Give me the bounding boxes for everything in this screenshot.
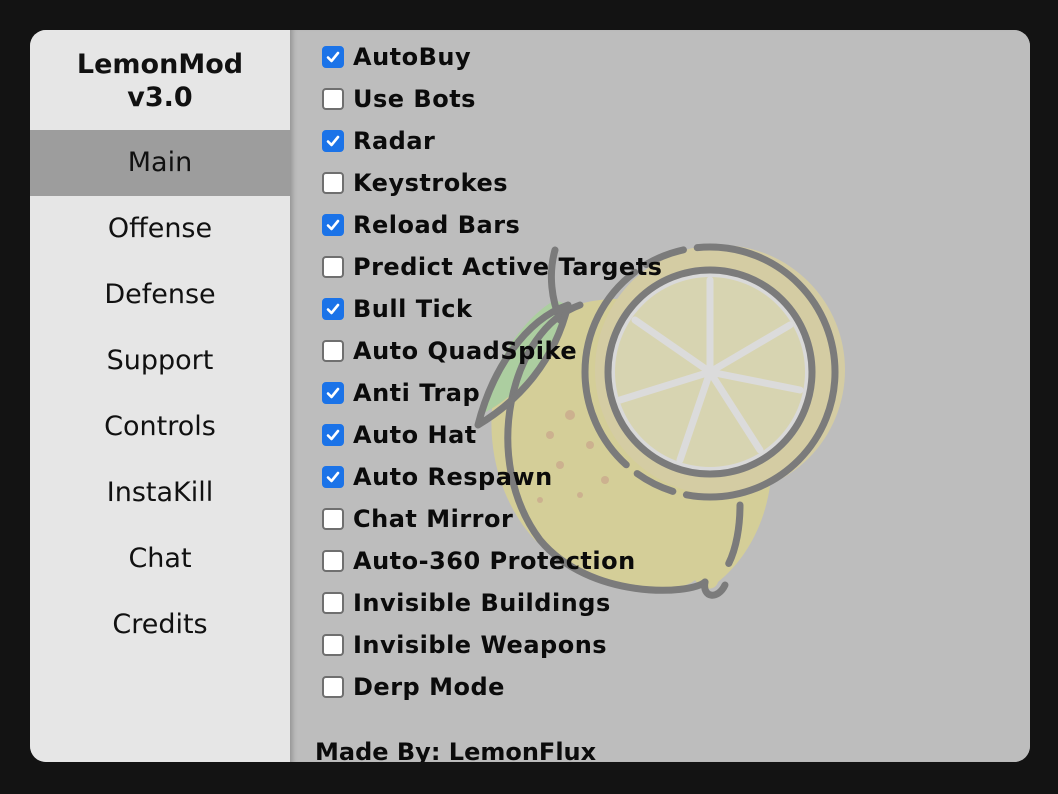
checkbox-derp-mode[interactable] (322, 676, 344, 698)
option-label-auto-quadspike: Auto QuadSpike (353, 337, 578, 365)
option-derp-mode[interactable]: Derp Mode (322, 672, 505, 702)
checkbox-auto-360-protection[interactable] (322, 550, 344, 572)
checkbox-keystrokes[interactable] (322, 172, 344, 194)
option-label-auto-respawn: Auto Respawn (353, 463, 553, 491)
option-label-auto-hat: Auto Hat (353, 421, 477, 449)
option-label-chat-mirror: Chat Mirror (353, 505, 514, 533)
nav-item-offense[interactable]: Offense (30, 196, 290, 262)
option-label-auto-360-protection: Auto-360 Protection (353, 547, 636, 575)
checkbox-invisible-buildings[interactable] (322, 592, 344, 614)
option-keystrokes[interactable]: Keystrokes (322, 168, 508, 198)
option-label-reload-bars: Reload Bars (353, 211, 521, 239)
option-label-derp-mode: Derp Mode (353, 673, 505, 701)
option-label-bull-tick: Bull Tick (353, 295, 473, 323)
checkbox-reload-bars[interactable] (322, 214, 344, 236)
checkbox-auto-respawn[interactable] (322, 466, 344, 488)
nav-item-support[interactable]: Support (30, 328, 290, 394)
option-label-invisible-buildings: Invisible Buildings (353, 589, 611, 617)
credits-footer: Made By: LemonFlux (315, 738, 597, 762)
option-auto-hat[interactable]: Auto Hat (322, 420, 477, 450)
option-radar[interactable]: Radar (322, 126, 435, 156)
checkbox-bull-tick[interactable] (322, 298, 344, 320)
checkbox-predict-active-targets[interactable] (322, 256, 344, 278)
checkbox-use-bots[interactable] (322, 88, 344, 110)
app-title-name: LemonMod (76, 49, 244, 80)
option-auto-360-protection[interactable]: Auto-360 Protection (322, 546, 636, 576)
checkbox-auto-quadspike[interactable] (322, 340, 344, 362)
option-reload-bars[interactable]: Reload Bars (322, 210, 520, 240)
option-autobuy[interactable]: AutoBuy (322, 42, 471, 72)
checkbox-invisible-weapons[interactable] (322, 634, 344, 656)
option-label-radar: Radar (353, 127, 436, 155)
checkmark-icon (326, 429, 340, 441)
nav-item-instakill[interactable]: InstaKill (30, 460, 290, 526)
checkmark-icon (326, 135, 340, 147)
option-label-autobuy: AutoBuy (353, 43, 472, 71)
option-anti-trap[interactable]: Anti Trap (322, 378, 480, 408)
option-auto-respawn[interactable]: Auto Respawn (322, 462, 553, 492)
option-label-predict-active-targets: Predict Active Targets (353, 253, 663, 281)
option-invisible-buildings[interactable]: Invisible Buildings (322, 588, 611, 618)
checkmark-icon (326, 471, 340, 483)
nav-item-main[interactable]: Main (30, 130, 290, 196)
option-invisible-weapons[interactable]: Invisible Weapons (322, 630, 607, 660)
option-label-invisible-weapons: Invisible Weapons (353, 631, 608, 659)
checkmark-icon (326, 303, 340, 315)
checkmark-icon (326, 219, 340, 231)
checkmark-icon (326, 387, 340, 399)
checkbox-anti-trap[interactable] (322, 382, 344, 404)
checkmark-icon (326, 51, 340, 63)
nav-item-defense[interactable]: Defense (30, 262, 290, 328)
app-title-version: v3.0 (127, 82, 193, 113)
app-title: LemonMod v3.0 (30, 48, 290, 114)
checkbox-radar[interactable] (322, 130, 344, 152)
checkbox-autobuy[interactable] (322, 46, 344, 68)
nav-item-chat[interactable]: Chat (30, 526, 290, 592)
nav-item-controls[interactable]: Controls (30, 394, 290, 460)
main-content: AutoBuy Use Bots Radar Keystrokes Reload… (290, 30, 1030, 762)
option-label-use-bots: Use Bots (353, 85, 476, 113)
option-chat-mirror[interactable]: Chat Mirror (322, 504, 513, 534)
lemonmod-panel: LemonMod v3.0 Main Offense Defense Suppo… (30, 30, 1030, 762)
option-auto-quadspike[interactable]: Auto QuadSpike (322, 336, 577, 366)
option-use-bots[interactable]: Use Bots (322, 84, 476, 114)
option-label-anti-trap: Anti Trap (353, 379, 481, 407)
option-label-keystrokes: Keystrokes (353, 169, 509, 197)
option-bull-tick[interactable]: Bull Tick (322, 294, 472, 324)
option-predict-active-targets[interactable]: Predict Active Targets (322, 252, 662, 282)
nav-item-credits[interactable]: Credits (30, 592, 290, 658)
checkbox-auto-hat[interactable] (322, 424, 344, 446)
sidebar: LemonMod v3.0 Main Offense Defense Suppo… (30, 30, 290, 762)
checkbox-chat-mirror[interactable] (322, 508, 344, 530)
